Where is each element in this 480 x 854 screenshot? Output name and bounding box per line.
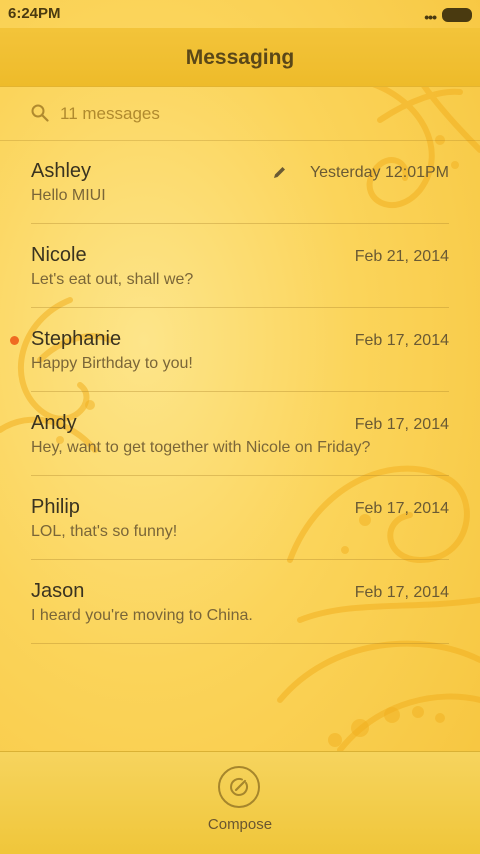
conversation-row[interactable]: Philip Feb 17, 2014 LOL, that's so funny… — [31, 476, 449, 560]
page-title: Messaging — [185, 46, 295, 69]
compose-icon — [230, 777, 249, 796]
message-preview: Let's eat out, shall we? — [31, 271, 194, 288]
contact-name: Stephanie — [31, 328, 122, 350]
message-date: Feb 17, 2014 — [354, 584, 449, 601]
unread-dot-icon — [10, 336, 19, 345]
message-preview: Hey, want to get together with Nicole on… — [31, 439, 371, 456]
status-time: 6:24PM — [8, 5, 61, 22]
message-date: Feb 17, 2014 — [354, 500, 449, 517]
conversation-row[interactable]: Andy Feb 17, 2014 Hey, want to get toget… — [31, 392, 449, 476]
contact-name: Jason — [31, 580, 85, 602]
message-preview: I heard you're moving to China. — [31, 607, 253, 624]
message-date: Yesterday 12:01PM — [309, 164, 449, 181]
conversation-list: Ashley Yesterday 12:01PM Hello MIUI Nico… — [10, 140, 449, 644]
message-preview: Happy Birthday to you! — [31, 355, 193, 372]
conversation-row[interactable]: Ashley Yesterday 12:01PM Hello MIUI — [31, 140, 449, 224]
message-date: Feb 21, 2014 — [354, 248, 449, 265]
message-preview: LOL, that's so funny! — [31, 523, 178, 540]
message-date: Feb 17, 2014 — [354, 416, 449, 433]
title-bar: Messaging — [0, 28, 480, 87]
pencil-icon — [274, 167, 285, 178]
contact-name: Nicole — [31, 244, 87, 266]
message-date: Feb 17, 2014 — [354, 332, 449, 349]
contact-name: Philip — [31, 496, 80, 518]
bottom-action-bar: Compose — [0, 751, 480, 854]
status-bar: 6:24PM ••• — [0, 0, 480, 28]
search-icon — [31, 104, 49, 122]
battery-icon — [442, 8, 472, 22]
contact-name: Ashley — [31, 160, 92, 182]
more-indicator-icon: ••• — [424, 9, 437, 25]
search-input[interactable]: 11 messages — [60, 104, 160, 124]
compose-label: Compose — [207, 816, 273, 833]
conversation-row[interactable]: Nicole Feb 21, 2014 Let's eat out, shall… — [31, 224, 449, 308]
conversation-row[interactable]: Jason Feb 17, 2014 I heard you're moving… — [31, 560, 449, 644]
search-bar[interactable]: 11 messages — [0, 86, 480, 141]
conversation-row[interactable]: Stephanie Feb 17, 2014 Happy Birthday to… — [10, 308, 449, 392]
message-preview: Hello MIUI — [31, 187, 106, 204]
compose-button[interactable] — [218, 766, 260, 808]
contact-name: Andy — [31, 412, 77, 434]
